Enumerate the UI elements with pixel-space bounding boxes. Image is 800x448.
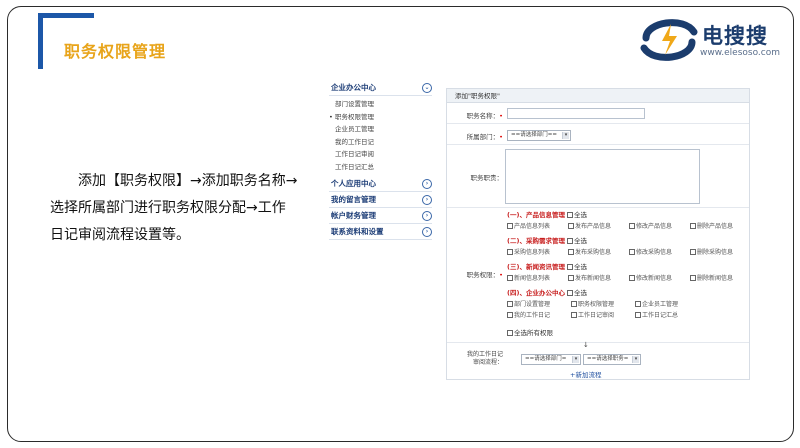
brand-logo: 电搜搜 www.elesoso.com (640, 14, 790, 66)
perm-item[interactable]: 企业员工管理 (635, 299, 699, 310)
sidebar-section-personal[interactable]: 个人应用中心 › (329, 176, 432, 192)
dropdown-arrow-icon: ▾ (572, 356, 579, 363)
dropdown-arrow-icon: ▾ (562, 132, 569, 139)
dropdown-arrow-icon: ▾ (632, 356, 639, 363)
sidebar-nav: 企业办公中心 ⌄ 部门设置管理 • 职务权限管理 企业员工管理 我的工作日记 工作… (329, 80, 432, 240)
logo-mark-icon (640, 19, 698, 61)
job-duty-textarea[interactable] (505, 149, 700, 204)
perm-item[interactable]: 删除新闻信息 (690, 273, 749, 284)
sidebar-item-my-diary[interactable]: 我的工作日记 (329, 136, 432, 149)
sidebar-section-label: 帐户财务管理 (331, 211, 376, 220)
logo-name: 电搜搜 (702, 24, 768, 48)
select-all-label: 全选 (574, 211, 588, 219)
sidebar-item-label: 职务权限管理 (335, 112, 374, 121)
perm-item[interactable]: 发布新闻信息 (568, 273, 629, 284)
perm-item[interactable]: 工作日记审阅 (571, 310, 635, 321)
perm-item[interactable]: 我的工作日记 (507, 310, 571, 321)
slide-title: 职务权限管理 (64, 42, 167, 61)
review-department-select[interactable]: ==请选择部门= ▾ (521, 354, 581, 365)
select-all-checkbox[interactable] (567, 290, 574, 296)
perm-item[interactable]: 发布采购信息 (568, 247, 629, 258)
perm-item[interactable]: 新闻信息列表 (507, 273, 568, 284)
select-all-permissions-label: 全选所有权限 (514, 329, 553, 337)
flow-down-arrow-icon: ↓ (583, 341, 589, 349)
perm-item[interactable]: 工作日记汇总 (635, 310, 699, 321)
sidebar-item-dept[interactable]: 部门设置管理 (329, 98, 432, 111)
checkbox[interactable] (507, 330, 513, 336)
perm-item[interactable]: 修改新闻信息 (629, 273, 690, 284)
perm-group-office: (四)、企业办公中心 全选 部门设置管理 职务权限管理 企业员工管理 我的工作日… (507, 288, 749, 321)
perm-item[interactable]: 采购信息列表 (507, 247, 568, 258)
perm-item[interactable]: 修改采购信息 (629, 247, 690, 258)
chevron-down-icon[interactable]: ⌄ (422, 82, 432, 93)
add-job-permission-form: 添加"职务权限" 职务名称：• 所属部门：• ==请选择部门== ▾ 职务职责： … (446, 88, 750, 380)
select-all-checkbox[interactable] (567, 212, 574, 218)
slide-description: 添加【职务权限】→添加职务名称→选择所属部门进行职务权限分配→工作日记审阅流程设… (50, 173, 298, 243)
perm-group-purchase: (二)、采购需求管理 全选 采购信息列表 发布采购信息 修改采购信息 删除采购信… (507, 236, 749, 258)
logo-url: www.elesoso.com (700, 48, 781, 58)
sidebar-item-diary-review[interactable]: 工作日记审阅 (329, 148, 432, 161)
job-duty-row: 职务职责： (447, 146, 749, 208)
perm-item[interactable]: 修改产品信息 (629, 221, 690, 232)
sidebar-submenu: 部门设置管理 • 职务权限管理 企业员工管理 我的工作日记 工作日记审阅 工作日记… (329, 96, 432, 176)
perm-group-title: (四)、企业办公中心 (507, 289, 565, 297)
job-duty-label: 职务职责： (470, 174, 504, 182)
perm-item[interactable]: 删除产品信息 (690, 221, 749, 232)
perm-group-news: (三)、新闻资讯管理 全选 新闻信息列表 发布新闻信息 修改新闻信息 删除新闻信… (507, 262, 749, 284)
perm-item[interactable]: 职务权限管理 (571, 299, 635, 310)
review-job-select[interactable]: ==请选择职务= ▾ (583, 354, 641, 365)
perm-group-title: (一)、产品信息管理 (507, 211, 565, 219)
select-all-label: 全选 (574, 237, 588, 245)
select-all-label: 全选 (574, 263, 588, 271)
sidebar-item-employees[interactable]: 企业员工管理 (329, 123, 432, 136)
permissions-row: 职务权限：• (一)、产品信息管理 全选 产品信息列表 发布产品信息 修改产品信… (447, 209, 749, 343)
select-all-label: 全选 (574, 289, 588, 297)
sidebar-section-label: 我的留言管理 (331, 195, 376, 204)
chevron-right-icon[interactable]: › (422, 210, 432, 221)
chevron-right-icon[interactable]: › (422, 194, 432, 205)
perm-group-title: (三)、新闻资讯管理 (507, 263, 565, 271)
select-all-checkbox[interactable] (567, 238, 574, 244)
job-name-input[interactable] (507, 108, 645, 119)
sidebar-section-messages[interactable]: 我的留言管理 › (329, 192, 432, 208)
sidebar-section-finance[interactable]: 帐户财务管理 › (329, 208, 432, 224)
department-select[interactable]: ==请选择部门== ▾ (507, 130, 571, 141)
chevron-right-icon[interactable]: › (422, 178, 432, 189)
add-flow-link[interactable]: +新加流程 (570, 369, 601, 379)
department-row: 所属部门：• ==请选择部门== ▾ (447, 125, 749, 145)
permissions-label: 职务权限：• (466, 271, 503, 279)
perm-group-title: (二)、采购需求管理 (507, 237, 565, 245)
perm-item[interactable]: 部门设置管理 (507, 299, 571, 310)
sidebar-section-label: 联系资料和设置 (331, 227, 384, 236)
sidebar-section-label: 个人应用中心 (331, 179, 376, 188)
perm-item[interactable]: 发布产品信息 (568, 221, 629, 232)
sidebar-item-diary-summary[interactable]: 工作日记汇总 (329, 161, 432, 174)
department-label: 所属部门：• (466, 133, 503, 141)
select-all-permissions[interactable]: 全选所有权限 (507, 327, 553, 337)
form-header: 添加"职务权限" (447, 89, 749, 103)
perm-group-products: (一)、产品信息管理 全选 产品信息列表 发布产品信息 修改产品信息 删除产品信… (507, 210, 749, 232)
chevron-right-icon[interactable]: › (422, 226, 432, 237)
job-name-row: 职务名称：• (447, 104, 749, 124)
perm-item[interactable]: 删除采购信息 (690, 247, 749, 258)
select-all-checkbox[interactable] (567, 264, 574, 270)
sidebar-section-office[interactable]: 企业办公中心 ⌄ (329, 80, 432, 96)
perm-item[interactable]: 产品信息列表 (507, 221, 568, 232)
review-flow-label: 我的工作日记 审阅流程： (466, 351, 503, 366)
sidebar-section-label: 企业办公中心 (331, 83, 376, 92)
sidebar-item-job-permission[interactable]: • 职务权限管理 (329, 111, 432, 124)
sidebar-section-contact[interactable]: 联系资料和设置 › (329, 224, 432, 240)
job-name-label: 职务名称：• (466, 112, 503, 120)
